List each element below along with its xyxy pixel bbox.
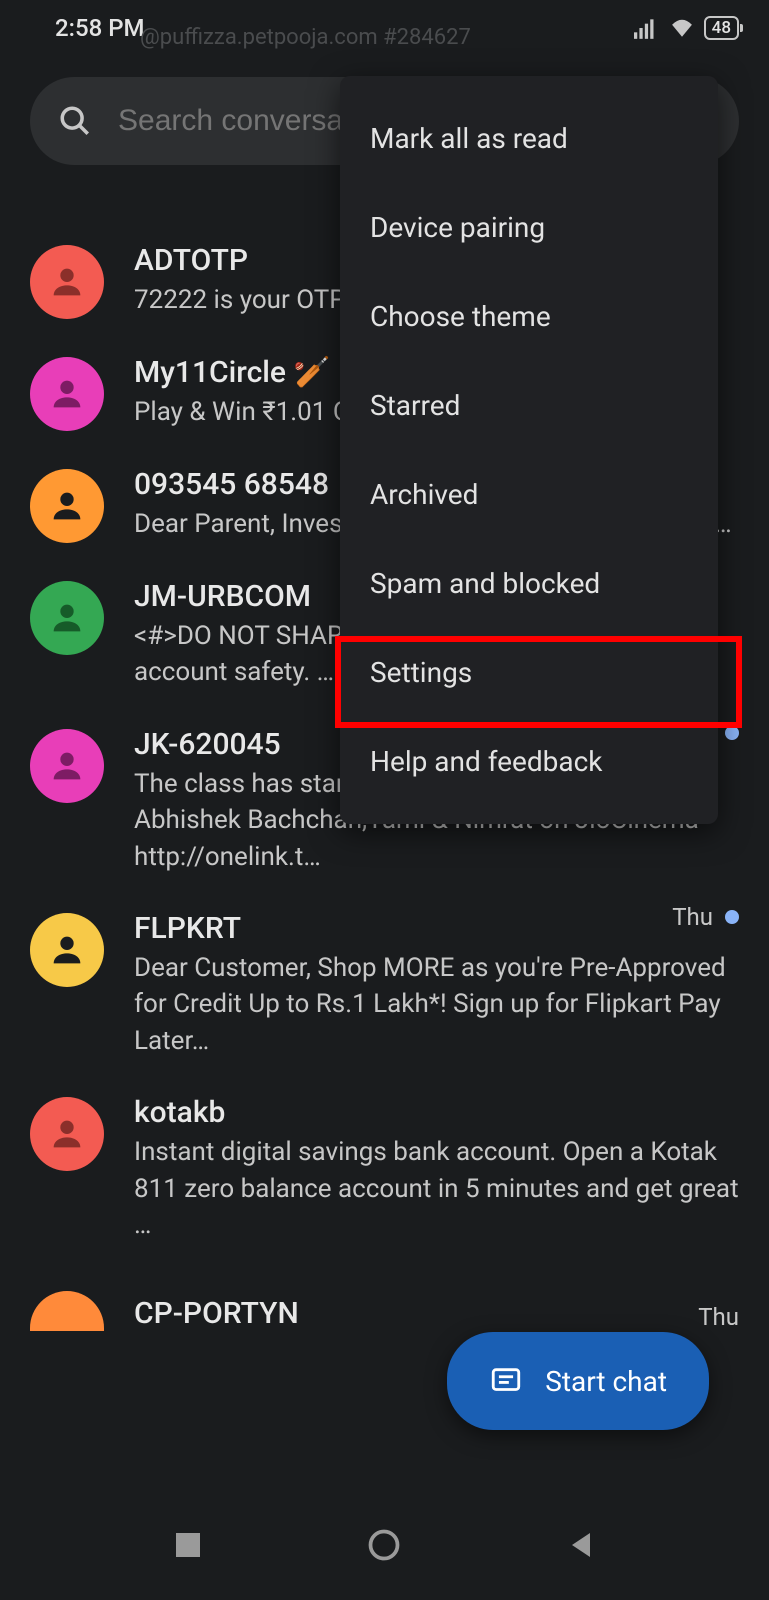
menu-item-choose-theme[interactable]: Choose theme <box>340 272 718 361</box>
android-navbar <box>0 1515 769 1575</box>
avatar[interactable] <box>30 1097 104 1171</box>
message-snippet: Instant digital savings bank account. Op… <box>134 1134 739 1243</box>
person-icon <box>47 746 87 786</box>
fab-label: Start chat <box>545 1365 667 1398</box>
menu-item-settings[interactable]: Settings <box>340 628 718 717</box>
status-icons: 48 <box>634 16 739 40</box>
signal-icon <box>634 17 660 39</box>
avatar[interactable] <box>30 1291 104 1331</box>
start-chat-button[interactable]: Start chat <box>447 1332 709 1430</box>
menu-item-starred[interactable]: Starred <box>340 361 718 450</box>
message-snippet: Dear Customer, Shop MORE as you're Pre-A… <box>134 950 739 1059</box>
avatar[interactable] <box>30 245 104 319</box>
nav-back-icon[interactable] <box>563 1527 599 1563</box>
menu-item-mark-all-read[interactable]: Mark all as read <box>340 94 718 183</box>
person-icon <box>47 374 87 414</box>
conversation-row[interactable]: kotakb Instant digital savings bank acco… <box>30 1077 739 1261</box>
timestamp: Thu <box>672 903 713 931</box>
menu-item-archived[interactable]: Archived <box>340 450 718 539</box>
unread-dot <box>725 726 739 740</box>
nav-recent-icon[interactable] <box>170 1527 206 1563</box>
avatar[interactable] <box>30 357 104 431</box>
person-icon <box>47 598 87 638</box>
person-icon <box>47 1114 87 1154</box>
person-icon <box>47 930 87 970</box>
person-icon <box>47 486 87 526</box>
unread-dot <box>725 910 739 924</box>
menu-item-help-feedback[interactable]: Help and feedback <box>340 717 718 806</box>
sender-name: kotakb <box>134 1095 739 1130</box>
menu-item-device-pairing[interactable]: Device pairing <box>340 183 718 272</box>
faded-notification-text: @puffizza.petpooja.com #284627 <box>140 25 471 50</box>
person-icon <box>47 262 87 302</box>
timestamp: Thu <box>698 1303 739 1331</box>
avatar[interactable] <box>30 581 104 655</box>
chat-icon <box>489 1364 523 1398</box>
avatar[interactable] <box>30 729 104 803</box>
menu-item-spam-blocked[interactable]: Spam and blocked <box>340 539 718 628</box>
wifi-icon <box>668 17 696 39</box>
conversation-row[interactable]: FLPKRT Dear Customer, Shop MORE as you'r… <box>30 893 739 1077</box>
row-meta: Thu <box>672 903 739 931</box>
sender-name: CP-PORTYN <box>134 1296 299 1331</box>
conversation-row-partial[interactable]: CP-PORTYN Thu <box>30 1261 739 1331</box>
status-time: 2:58 PM <box>55 14 145 42</box>
search-icon <box>58 104 92 138</box>
battery-indicator: 48 <box>704 16 739 40</box>
nav-home-icon[interactable] <box>366 1527 402 1563</box>
avatar[interactable] <box>30 913 104 987</box>
overflow-menu: Mark all as read Device pairing Choose t… <box>340 76 718 824</box>
sender-name: FLPKRT <box>134 911 739 946</box>
avatar[interactable] <box>30 469 104 543</box>
